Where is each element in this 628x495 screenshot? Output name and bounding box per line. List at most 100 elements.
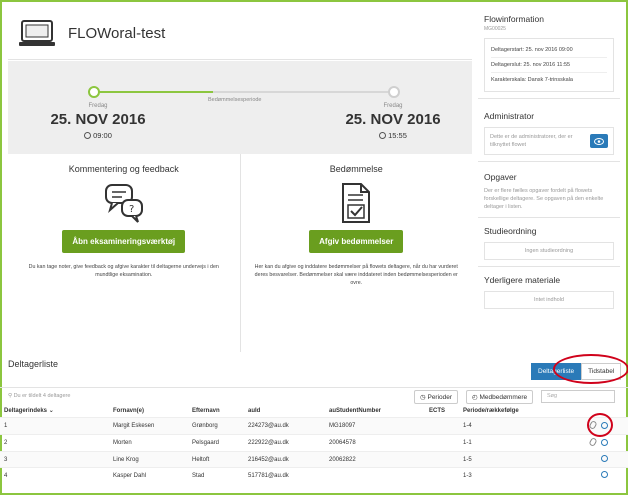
flow-timeline: Bedømmelsesperiode Fredag 25. NOV 2016 0… <box>8 61 472 154</box>
col-firstname[interactable]: Fornavn(e) <box>109 404 188 418</box>
search-input[interactable]: Søg <box>541 390 615 403</box>
tasks-title: Opgaver <box>484 172 517 182</box>
table-row[interactable]: 4 Kasper Dahl Stad 517781@au.dk 1-3 <box>0 467 628 484</box>
start-time: 09:00 <box>93 131 112 140</box>
col-index[interactable]: Deltagerindeks ⌄ <box>0 404 109 418</box>
highlight-circle <box>587 413 613 437</box>
eye-icon <box>594 137 604 145</box>
flow-header: FLOWoral-test <box>8 8 472 60</box>
view-admins-button[interactable] <box>590 134 608 148</box>
tasks-text: Der er flere fælles opgaver fordelt på f… <box>484 188 604 210</box>
cell: 1 <box>0 417 109 435</box>
timeline-start-dot <box>88 86 100 98</box>
document-check-icon <box>342 183 371 223</box>
chat-bubbles-icon: ? <box>104 184 143 223</box>
cell: Line Krog <box>109 451 188 468</box>
open-exam-tool-button[interactable]: Åbn eksamineringsværktøj <box>62 230 186 253</box>
cell: Morten <box>109 434 188 452</box>
cell: 222922@au.dk <box>244 434 325 452</box>
cell: 1-5 <box>459 451 559 468</box>
cell <box>425 451 459 468</box>
table-row[interactable]: 1 Margit Eskesen Grønborg 224273@au.dk M… <box>0 417 628 435</box>
clock-icon <box>379 132 387 139</box>
more-button[interactable]: Intet indhold <box>484 291 614 309</box>
table-row[interactable]: 2 Morten Pelsgaard 222922@au.dk 20064578… <box>0 434 628 452</box>
tasks-section: Opgaver Der er flere fælles opgaver ford… <box>478 162 620 218</box>
main-column: FLOWoral-test Bedømmelsesperiode Fredag … <box>8 8 472 352</box>
info-scale: Karakterskala: Dansk 7-trinsskala <box>491 77 573 83</box>
end-time-row: 15:55 <box>338 131 448 140</box>
cell: 2 <box>0 434 109 452</box>
cell: Kasper Dahl <box>109 467 188 484</box>
admin-text: Dette er de administratorer, der er tilk… <box>490 134 573 148</box>
end-date: 25. NOV 2016 <box>345 111 441 128</box>
periods-button[interactable]: ◷ Perioder <box>414 390 459 404</box>
more-title: Yderligere materiale <box>484 275 561 285</box>
highlight-circle <box>553 354 628 384</box>
check-circle-icon[interactable] <box>601 471 608 479</box>
cell: Margit Eskesen <box>109 417 188 435</box>
flowinfo-box: Deltagerstart: 25. nov 2016 09:00 Deltag… <box>484 38 614 92</box>
study-section: Studieordning Ingen studieordning <box>478 218 620 267</box>
info-end: Deltagerslut: 25. nov 2016 11:55 <box>491 58 607 73</box>
cell: 20064578 <box>325 434 425 452</box>
cell: Grønborg <box>188 417 244 435</box>
row-actions <box>559 451 628 468</box>
cell: 1-1 <box>459 434 559 452</box>
study-title: Studieordning <box>484 226 537 236</box>
grading-panel: Bedømmelse Afgiv bedømmelser Her kan du … <box>239 154 473 352</box>
cell: Heltoft <box>188 451 244 468</box>
sidebar: Flowinformation MG00025 Deltagerstart: 2… <box>478 8 620 315</box>
start-day: Fredag <box>88 103 108 109</box>
flowinfo-code: MG00025 <box>484 26 506 32</box>
table-header-row: Deltagerindeks ⌄ Fornavn(e) Efternavn au… <box>0 404 628 418</box>
participant-area: Deltagerliste Deltagerliste Tidstabel ⚲ … <box>0 354 628 495</box>
check-circle-icon[interactable] <box>601 439 608 446</box>
col-studentnumber[interactable]: auStudentNumber <box>325 404 425 418</box>
laptop-icon <box>19 19 55 46</box>
start-time-row: 09:00 <box>48 131 148 140</box>
paperclip-icon[interactable] <box>588 437 598 447</box>
col-lastname[interactable]: Efternavn <box>188 404 244 418</box>
row-actions <box>559 467 628 484</box>
cell: 1-3 <box>459 467 559 484</box>
feedback-title: Kommentering og feedback <box>68 164 179 174</box>
check-circle-icon[interactable] <box>601 455 608 462</box>
participant-table: Deltagerindeks ⌄ Fornavn(e) Efternavn au… <box>0 404 628 484</box>
action-panels: Kommentering og feedback ? Åbn eksaminer… <box>8 154 472 352</box>
cell: 1-4 <box>459 417 559 435</box>
svg-text:?: ? <box>129 204 134 215</box>
cell <box>425 467 459 484</box>
end-time: 15:55 <box>388 131 407 140</box>
table-row[interactable]: 3 Line Krog Heltoft 216452@au.dk 2006282… <box>0 451 628 468</box>
grading-title: Bedømmelse <box>329 164 383 174</box>
assigned-text: Du er tildelt 4 deltagere <box>13 393 71 399</box>
col-auid[interactable]: auId <box>244 404 325 418</box>
admin-section: Administrator Dette er de administratore… <box>478 99 620 162</box>
grading-description: Her kan du afgive og inddatere bedømmels… <box>254 264 458 286</box>
cell: 20062822 <box>325 451 425 468</box>
col-ects[interactable]: ECTS <box>425 404 459 418</box>
table-toolbar: ⚲ Du er tildelt 4 deltagere ◷ Perioder ◴… <box>0 387 628 404</box>
clock-icon <box>84 132 92 139</box>
flowinfo-title: Flowinformation <box>484 14 544 24</box>
graders-button[interactable]: ◴ Medbedømmere <box>466 390 534 404</box>
cell: 216452@au.dk <box>244 451 325 468</box>
page-title: FLOWoral-test <box>68 25 166 42</box>
timeline-start: Fredag 25. NOV 2016 09:00 <box>48 103 148 140</box>
cell: 4 <box>0 467 109 484</box>
feedback-description: Du kan tage noter, give feedback og afgi… <box>28 264 219 278</box>
col-period[interactable]: Periode/rækkefølge <box>459 404 559 418</box>
graders-label: Medbedømmere <box>479 394 528 401</box>
chevron-down-icon: ⌄ <box>48 408 54 414</box>
study-button[interactable]: Ingen studieordning <box>484 242 614 260</box>
start-date: 25. NOV 2016 <box>50 111 146 128</box>
assigned-count: ⚲ Du er tildelt 4 deltagere <box>8 393 70 399</box>
cell <box>425 417 459 435</box>
cell: 3 <box>0 451 109 468</box>
periods-label: Perioder <box>427 394 453 401</box>
cell: Pelsgaard <box>188 434 244 452</box>
submit-grades-button[interactable]: Afgiv bedømmelser <box>309 230 404 253</box>
admin-title: Administrator <box>484 111 535 121</box>
more-section: Yderligere materiale Intet indhold <box>478 267 620 315</box>
